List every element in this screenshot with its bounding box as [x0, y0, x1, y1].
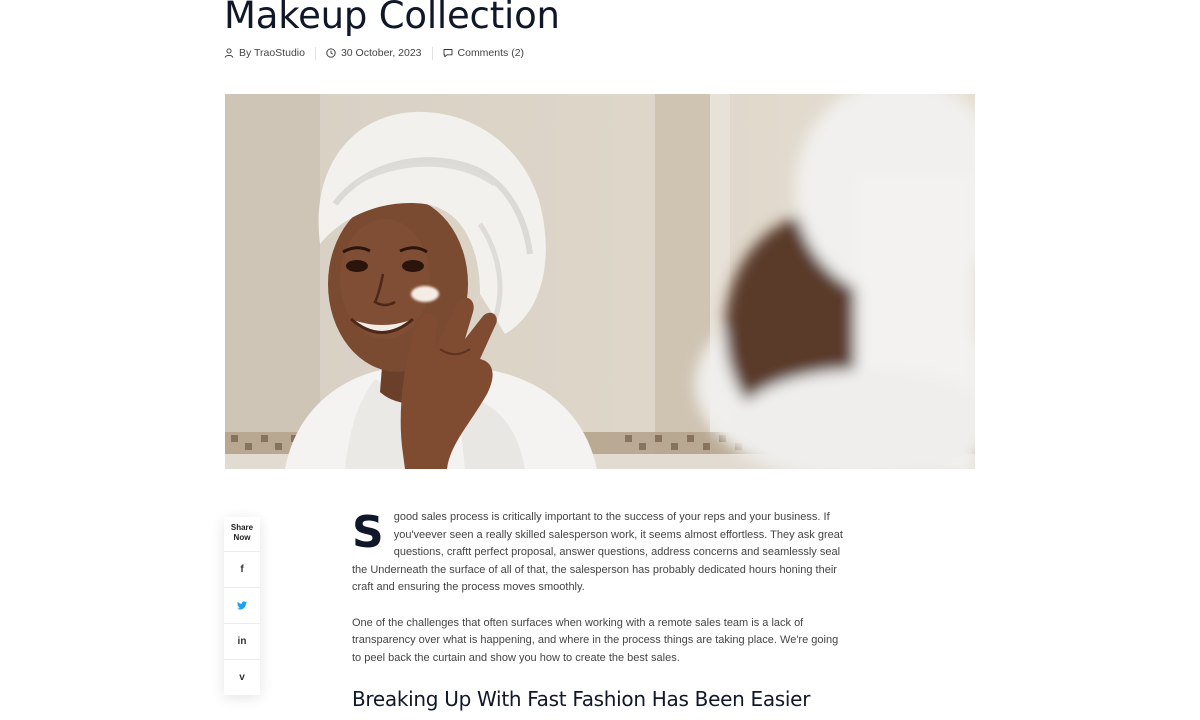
twitter-icon [237, 601, 247, 610]
meta-comments[interactable]: Comments (2) [443, 47, 525, 59]
meta-divider [431, 46, 433, 60]
share-label: Share Now [230, 523, 254, 542]
share-facebook-button[interactable]: f [224, 551, 260, 587]
article-paragraph: Sgood sales process is critically import… [352, 509, 844, 597]
post-title: Makeup Collection [224, 0, 560, 37]
hero-image [225, 94, 975, 469]
linkedin-icon: in [237, 636, 247, 647]
share-widget: Share Now f in v [224, 517, 260, 695]
post-meta: By TraoStudio 30 October, 2023 Comments … [224, 45, 524, 61]
meta-comments-text: Comments (2) [457, 47, 525, 59]
article-paragraph: One of the challenges that often surface… [352, 616, 839, 664]
dropcap: S [352, 507, 384, 558]
clock-icon [326, 48, 336, 58]
meta-divider [314, 46, 316, 60]
vimeo-icon: v [239, 672, 245, 683]
article-body: Sgood sales process is critically import… [352, 509, 844, 713]
meta-date[interactable]: 30 October, 2023 [326, 47, 422, 59]
meta-date-text: 30 October, 2023 [340, 47, 422, 59]
facebook-icon: f [240, 564, 244, 575]
user-icon [224, 48, 234, 58]
meta-author-text: By TraoStudio [239, 47, 305, 59]
paragraph-text: good sales process is critically importa… [352, 511, 843, 593]
share-vimeo-button[interactable]: v [224, 659, 260, 695]
comment-icon [443, 49, 452, 58]
hero-photo [225, 94, 975, 469]
share-twitter-button[interactable] [224, 587, 260, 623]
section-heading: Breaking Up With Fast Fashion Has Been E… [352, 687, 811, 711]
share-linkedin-button[interactable]: in [224, 623, 260, 659]
meta-author[interactable]: By TraoStudio [224, 47, 305, 59]
